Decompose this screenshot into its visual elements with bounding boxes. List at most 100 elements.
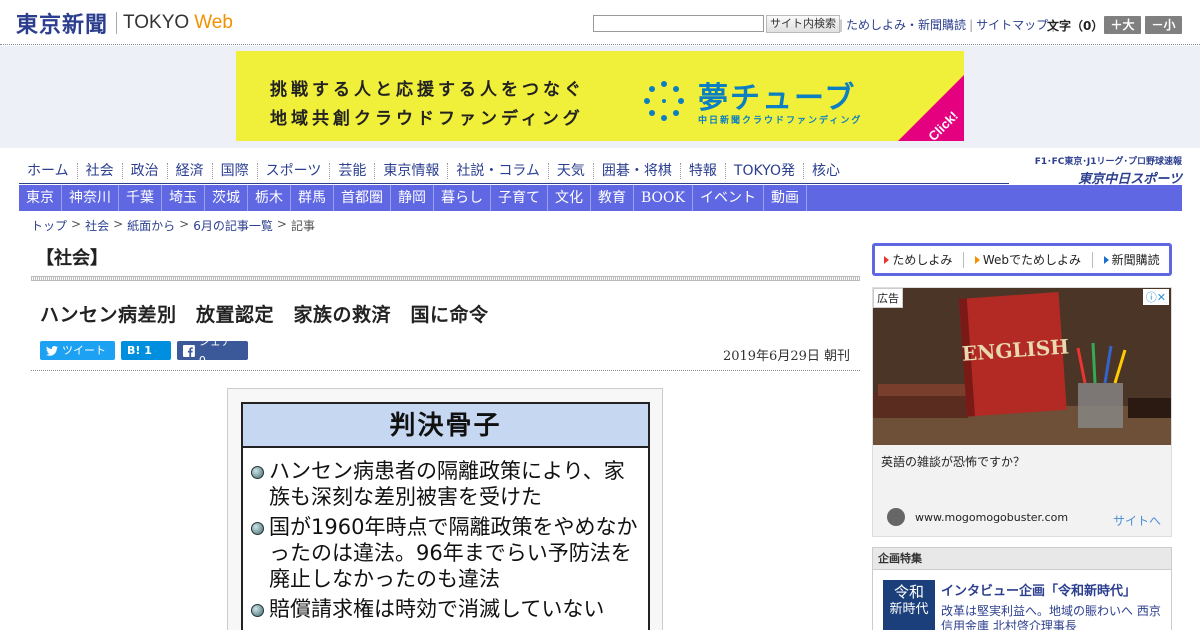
banner-line-1: 挑戦する人と応援する人をつなぐ [270,80,585,100]
nav-item-kakushin[interactable]: 核心 [804,163,848,179]
breadcrumb-current: 記事 [290,219,315,233]
nav2-item-ibaraki[interactable]: 茨城 [205,185,248,211]
link-divider [963,251,965,268]
nav-item-tokuho[interactable]: 特報 [681,162,726,179]
subscribe-link[interactable]: 新聞購読 [1103,251,1160,268]
sidebar-ad[interactable]: ENGLISH 広告 ⓘ✕ 英語の雑談が恐怖ですか？ www.mogomogob… [872,287,1172,537]
nav-item-economy[interactable]: 経済 [168,162,213,179]
feature-thumb-line1: 令和 [893,583,924,601]
site-header: 東京新聞 TOKYO Web サイト内検索 | ためしよみ・新聞購読 | サイト… [0,0,1200,45]
feature-title-link[interactable]: インタビュー企画「令和新時代」 [941,580,1136,599]
nav2-item-shizuoka[interactable]: 静岡 [391,185,434,211]
ad-site-link[interactable]: サイトへ [1113,512,1161,529]
nav2-item-chiba[interactable]: 千葉 [119,185,162,211]
arrow-right-icon [884,255,890,264]
ad-text: 英語の雑談が恐怖ですか？ [881,455,1026,469]
ad-domain: www.mogomogobuster.com [915,511,1069,524]
nav2-item-parenting[interactable]: 子育て [491,185,548,211]
web-trial-label: Webでためしよみ [982,253,1082,267]
twitter-bird-icon [46,345,58,356]
tweet-button[interactable]: ツイート [40,341,115,360]
feature-thumb-line2: 新時代 [889,602,929,617]
font-smaller-button[interactable]: －小 [1145,16,1182,34]
dots-logo-icon [644,81,684,121]
verdict-summary-title: 判決骨子 [243,404,648,448]
ad-image: ENGLISH [873,288,1171,445]
nav2-item-culture[interactable]: 文化 [548,185,591,211]
nav2-item-tokyo[interactable]: 東京 [19,185,62,211]
search-button[interactable]: サイト内検索 [766,15,840,33]
banner-line-2: 地域共創クラウドファンディング [270,109,584,129]
banner-brand-name: 夢チューブ [698,81,857,116]
click-corner-icon: Click! [898,75,964,141]
site-logo[interactable]: 東京新聞 TOKYO Web [16,9,233,38]
nav2-item-event[interactable]: イベント [693,185,764,211]
breadcrumb: トップ > 社会 > 紙面から > 6月の記事一覧 > 記事 [31,217,315,234]
nav2-item-tochigi[interactable]: 栃木 [248,185,291,211]
arrow-right-icon [974,255,980,264]
sitemap-link[interactable]: サイトマップ [976,16,1048,33]
nav-item-weather[interactable]: 天気 [549,162,594,179]
nav2-item-saitama[interactable]: 埼玉 [162,185,205,211]
verdict-point: 賠償請求権は時効で消滅していない [243,596,640,622]
article-figure: 判決骨子 ハンセン病患者の隔離政策により、家族も深刻な差別被害を受けた 国が19… [227,388,663,630]
verdict-point: ハンセン病患者の隔離政策により、家族も深刻な差別被害を受けた [243,458,640,510]
hatena-label: B! 1 [127,344,152,357]
nav-item-go-shogi[interactable]: 囲碁・将棋 [594,162,681,179]
breadcrumb-print[interactable]: 紙面から [127,217,175,234]
trial-read-label: ためしよみ [892,253,953,267]
font-larger-button[interactable]: ＋大 [1104,16,1141,34]
logo-tokyo: TOKYO [123,12,190,33]
banner-brand-sub: 中日新聞クラウドファンディング [698,116,863,126]
header-links: | ためしよみ・新聞購読 | サイトマップ | [836,16,1058,33]
trial-subscribe-link[interactable]: ためしよみ・新聞購読 [846,16,966,33]
nav2-item-video[interactable]: 動画 [764,185,807,211]
tweet-label: ツイート [62,344,106,357]
breadcrumb-society[interactable]: 社会 [85,217,109,234]
nav2-item-living[interactable]: 暮らし [434,185,491,211]
nav2-item-kanagawa[interactable]: 神奈川 [62,185,119,211]
nav-item-editorial[interactable]: 社説・コラム [448,162,549,179]
link-divider [1091,251,1093,268]
nav-item-entertainment[interactable]: 芸能 [330,162,376,179]
breadcrumb-june-list[interactable]: 6月の記事一覧 [193,217,273,234]
breadcrumb-top[interactable]: トップ [31,217,67,234]
nav-item-politics[interactable]: 政治 [123,162,168,179]
web-trial-link[interactable]: Webでためしよみ [974,251,1082,268]
link-divider: | [969,17,974,32]
font-size-label: 文字（0） [1047,19,1104,33]
nav2-item-shutoken[interactable]: 首都圏 [334,185,391,211]
primary-nav: ホーム 社会 政治 経済 国際 スポーツ 芸能 東京情報 社説・コラム 天気 囲… [19,158,1009,184]
verdict-summary-list: ハンセン病患者の隔離政策により、家族も深刻な差別被害を受けた 国が1960年時点… [243,448,648,622]
facebook-share-button[interactable]: シェア 0 [177,335,248,367]
nav-item-tokyo-hatsu[interactable]: TOKYO発 [726,162,804,179]
nav2-item-education[interactable]: 教育 [591,185,634,211]
nav-item-sports[interactable]: スポーツ [258,162,331,179]
nav-item-tokyo-info[interactable]: 東京情報 [375,162,449,179]
crowdfunding-banner[interactable]: 挑戦する人と応援する人をつなぐ 地域共創クラウドファンディング 夢チューブ 中日… [236,51,964,141]
arrow-right-icon [1103,255,1109,264]
chunichi-sports-link[interactable]: F1･FC東京･J1リーグ･プロ野球速報 東京中日スポーツ [1022,154,1182,187]
search-input[interactable] [593,15,764,32]
feature-box-header: 企画特集 [873,548,1171,570]
logo-japanese: 東京新聞 [16,12,109,38]
feature-box: 企画特集 令和 新時代 インタビュー企画「令和新時代」 改革は堅実利益へ。地域の… [872,547,1172,630]
subscription-box: ためしよみ Webでためしよみ 新聞購読 [872,243,1172,276]
section-title: 【社会】 [36,248,108,269]
nav-item-society[interactable]: 社会 [78,162,123,179]
trial-read-link[interactable]: ためしよみ [884,251,952,268]
feature-thumbnail[interactable]: 令和 新時代 [883,580,935,630]
date-divider [31,370,860,371]
hatena-bookmark-button[interactable]: B! 1 [121,341,171,360]
verdict-point: 国が1960年時点で隔離政策をやめなかったのは違法。96年までらい予防法を廃止し… [243,514,640,592]
chunichi-tagline: F1･FC東京･J1リーグ･プロ野球速報 [1034,157,1182,167]
article-headline: ハンセン病差別 放置認定 家族の救済 国に命令 [40,304,489,326]
ad-choices-icon[interactable]: ⓘ✕ [1142,289,1169,305]
nav2-item-gunma[interactable]: 群馬 [291,185,334,211]
logo-web: Web [194,12,233,33]
verdict-summary-box: 判決骨子 ハンセン病患者の隔離政策により、家族も深刻な差別被害を受けた 国が19… [241,402,650,630]
nav2-item-book[interactable]: BOOK [634,185,693,211]
nav-item-home[interactable]: ホーム [19,162,78,179]
nav-item-international[interactable]: 国際 [213,162,258,179]
ad-label: 広告 [873,288,903,308]
